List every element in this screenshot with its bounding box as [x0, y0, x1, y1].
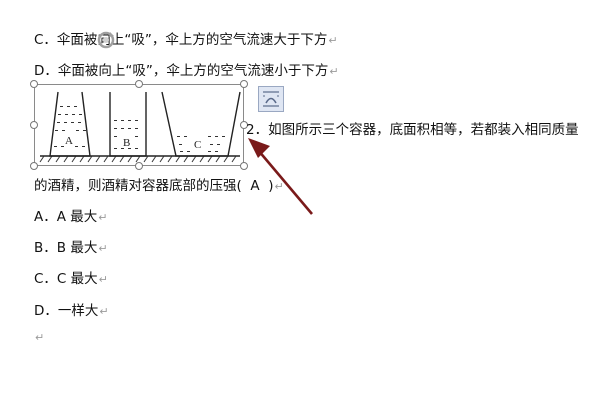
resize-handle-top-right[interactable]	[240, 80, 248, 88]
question-2-answer: A	[250, 178, 260, 194]
question-2-line-2: 的酒精，则酒精对容器底部的压强( A )↵	[34, 177, 284, 196]
question-2-line-1: 2．如图所示三个容器，底面积相等，若都装入相同质量	[246, 121, 579, 139]
option-d-previous-text: D．伞面被向上“吸”，伞上方的空气流速小于下方	[34, 63, 329, 79]
rotate-icon[interactable]	[96, 30, 116, 50]
option-c-text: C．C 最大	[34, 271, 98, 287]
option-a: A．A 最大↵	[34, 208, 107, 227]
option-c-previous-text: C．伞面被向上“吸”，伞上方的空气流速大于下方	[34, 32, 328, 48]
container-c-label: C	[194, 139, 201, 151]
paragraph-mark-icon: ↵	[99, 305, 109, 318]
resize-handle-left[interactable]	[30, 121, 38, 129]
containers-diagram: A B C	[39, 91, 241, 163]
container-b: B	[109, 92, 147, 157]
option-b-text: B．B 最大	[34, 240, 98, 256]
resize-handle-bottom-right[interactable]	[240, 162, 248, 170]
paragraph-mark-icon: ↵	[328, 34, 338, 47]
question-2-line-2-text: 的酒精，则酒精对容器底部的压强(	[34, 178, 242, 194]
container-b-label: B	[123, 137, 130, 149]
option-b: B．B 最大↵	[34, 239, 108, 258]
option-a-text: A．A 最大	[34, 209, 98, 225]
option-d-previous: D．伞面被向上“吸”，伞上方的空气流速小于下方↵	[34, 62, 339, 81]
resize-handle-bottom-left[interactable]	[30, 162, 38, 170]
selected-figure[interactable]: A B C	[30, 80, 248, 170]
layout-options-icon	[263, 91, 279, 107]
option-c: C．C 最大↵	[34, 270, 108, 289]
annotation-arrow-icon	[248, 138, 313, 215]
paragraph-mark-icon: ↵	[98, 273, 108, 286]
option-d: D．一样大↵	[34, 302, 109, 321]
paragraph-mark-icon: ↵	[35, 331, 45, 344]
resize-handle-top[interactable]	[135, 80, 143, 88]
option-c-previous: C．伞面被向上“吸”，伞上方的空气流速大于下方↵	[34, 31, 338, 50]
layout-options-button[interactable]	[258, 86, 284, 112]
question-2-line-1-text: 2．如图所示三个容器，底面积相等，若都装入相同质量	[246, 122, 579, 138]
paragraph-mark-icon: ↵	[329, 65, 339, 78]
paragraph-mark-icon: ↵	[98, 211, 108, 224]
option-d-text: D．一样大	[34, 303, 99, 319]
paragraph-mark-icon: ↵	[274, 180, 284, 193]
resize-handle-bottom[interactable]	[135, 162, 143, 170]
paragraph-mark-icon: ↵	[98, 242, 108, 255]
empty-paragraph: ↵	[34, 328, 44, 347]
resize-handle-top-left[interactable]	[30, 80, 38, 88]
container-a: A	[49, 91, 91, 157]
container-a-label: A	[65, 135, 73, 147]
question-2-close-paren: )	[268, 178, 274, 194]
container-c: C	[161, 91, 241, 157]
